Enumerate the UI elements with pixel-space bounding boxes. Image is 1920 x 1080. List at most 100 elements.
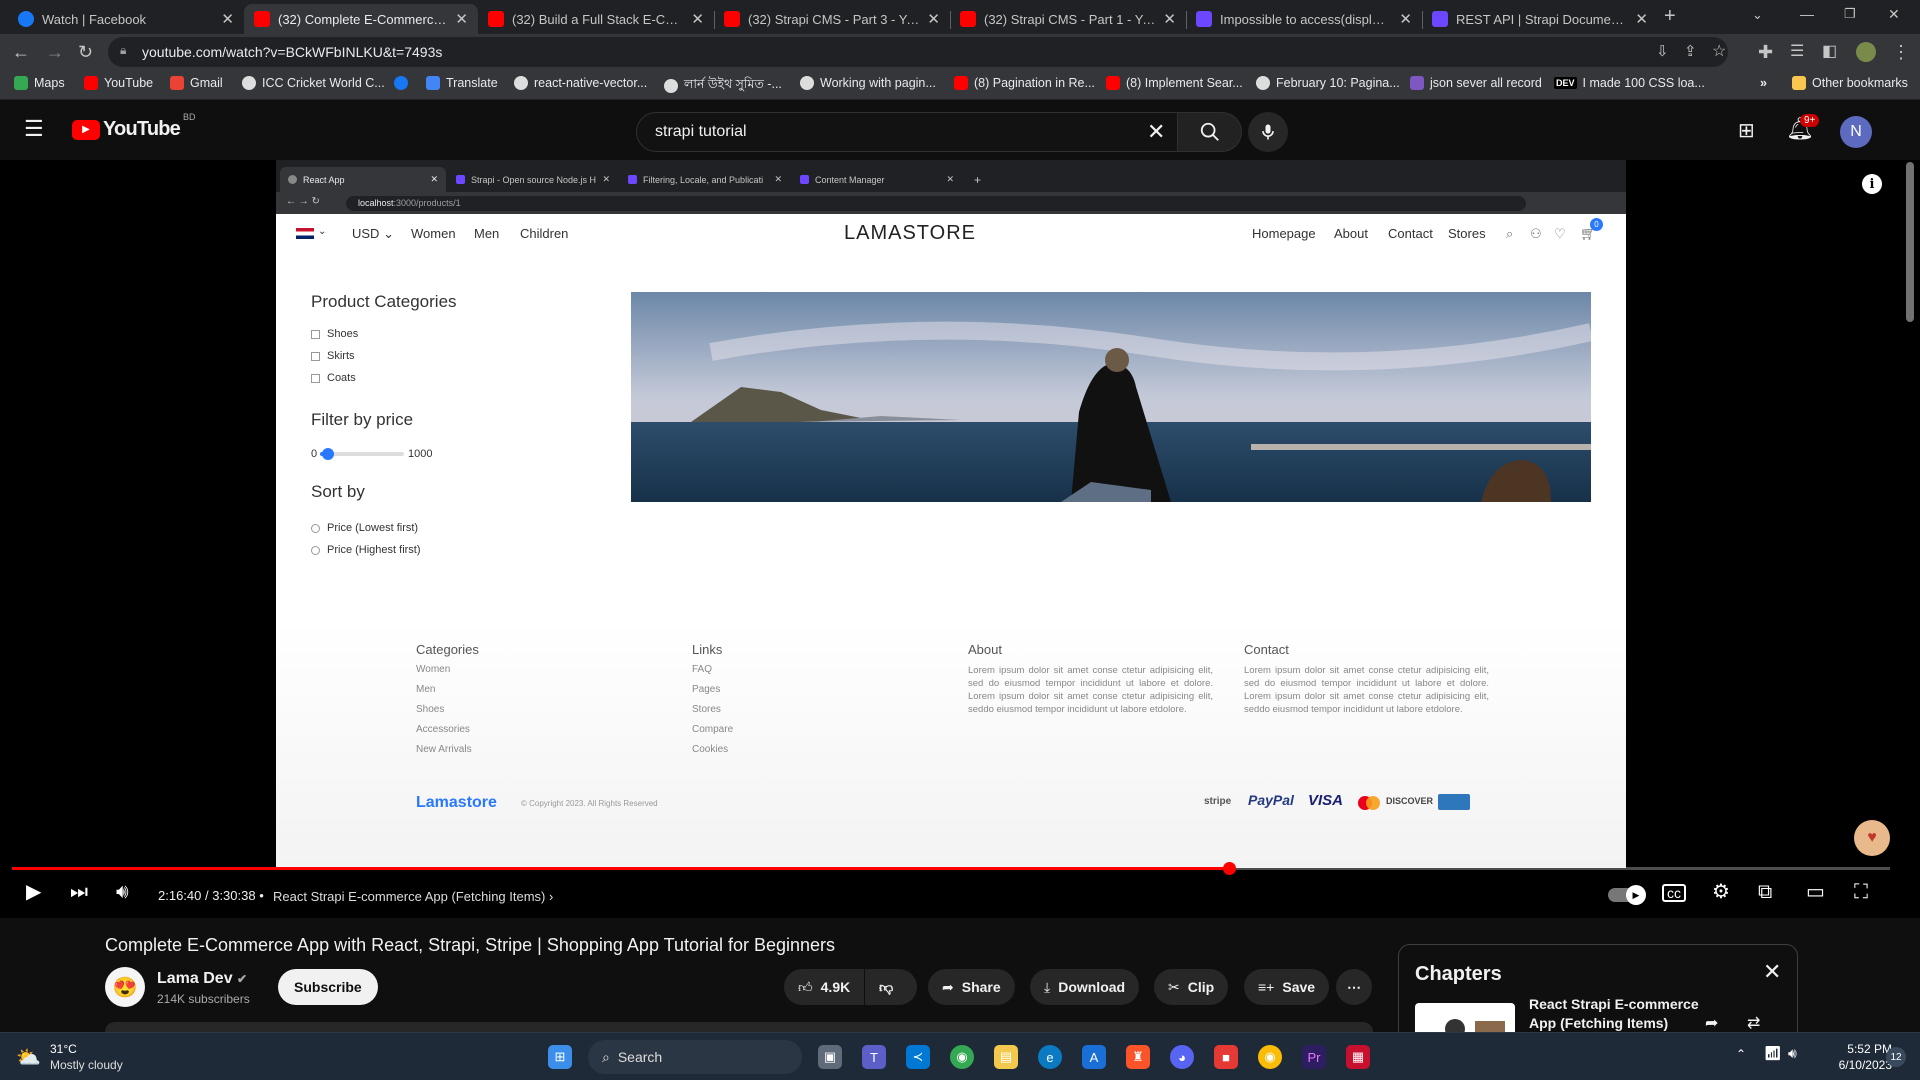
share-icon[interactable]: ⇪ bbox=[1684, 42, 1697, 60]
video-player[interactable]: React App ✕ Strapi - Open source Node.js … bbox=[0, 160, 1920, 918]
subscribe-button[interactable]: Subscribe bbox=[278, 969, 378, 1005]
channel-avatar[interactable]: 😍 bbox=[105, 967, 145, 1007]
discord-icon[interactable]: ◕ bbox=[1170, 1045, 1194, 1069]
bookmark[interactable]: DEV I made 100 CSS loa... bbox=[1554, 76, 1705, 90]
brave-icon[interactable]: ♜ bbox=[1126, 1045, 1150, 1069]
reading-list-icon[interactable]: ☰ bbox=[1790, 42, 1804, 62]
settings-gear-icon[interactable]: ⚙ bbox=[1712, 882, 1730, 902]
channel-watermark[interactable]: ♥ bbox=[1854, 820, 1890, 856]
search-button[interactable] bbox=[1178, 112, 1242, 152]
bookmark-star-icon[interactable]: ☆ bbox=[1712, 41, 1726, 61]
browser-tab[interactable]: REST API | Strapi Documentatior ✕ bbox=[1422, 4, 1658, 34]
close-window-icon[interactable]: ✕ bbox=[1888, 4, 1900, 24]
create-video-icon[interactable]: ⊞ bbox=[1738, 118, 1755, 143]
bookmark[interactable]: (8) Implement Sear... bbox=[1106, 76, 1243, 90]
more-bookmarks-icon[interactable]: » bbox=[1760, 76, 1767, 90]
bookmark[interactable]: (8) Pagination in Re... bbox=[954, 76, 1095, 90]
description-box[interactable] bbox=[105, 1022, 1373, 1032]
close-tab-icon[interactable]: ✕ bbox=[1399, 10, 1412, 28]
user-avatar[interactable]: N bbox=[1840, 116, 1872, 148]
info-icon[interactable]: i bbox=[1862, 174, 1882, 194]
browser-tab[interactable]: (32) Strapi CMS - Part 3 - YouTul ✕ bbox=[714, 4, 950, 34]
bookmark[interactable]: Translate bbox=[426, 76, 498, 90]
miniplayer-icon[interactable]: ⧉ bbox=[1758, 882, 1772, 902]
extensions-icon[interactable]: ✚ bbox=[1758, 42, 1773, 62]
play-icon[interactable]: ▶ bbox=[26, 882, 41, 902]
taskbar-search[interactable]: ⌕ Search bbox=[588, 1040, 802, 1074]
notification-center-badge[interactable]: 12 bbox=[1886, 1047, 1906, 1067]
voice-search-button[interactable] bbox=[1248, 112, 1288, 152]
browser-tab-active[interactable]: (32) Complete E-Commerce App ✕ bbox=[244, 4, 478, 34]
bookmark[interactable]: February 10: Pagina... bbox=[1256, 76, 1400, 90]
chrome-profile-icon[interactable]: ◉ bbox=[1258, 1045, 1282, 1069]
task-view-icon[interactable]: ▣ bbox=[818, 1045, 842, 1069]
next-video-icon[interactable]: ⏭︎ bbox=[70, 882, 88, 902]
premiere-icon[interactable]: Pr bbox=[1302, 1045, 1326, 1069]
video-progress-bar[interactable] bbox=[12, 862, 1890, 875]
app-store-icon[interactable]: A bbox=[1082, 1045, 1106, 1069]
theater-mode-icon[interactable]: ▭ bbox=[1806, 882, 1825, 902]
bookmark[interactable]: Working with pagin... bbox=[800, 76, 936, 90]
restore-icon[interactable]: ❐ bbox=[1844, 4, 1856, 24]
volume-icon[interactable]: 🔊︎ bbox=[116, 882, 129, 902]
browser-tab[interactable]: (32) Strapi CMS - Part 1 - YouTu ✕ bbox=[950, 4, 1186, 34]
bookmark[interactable]: Maps bbox=[14, 76, 65, 90]
speaker-icon[interactable]: 🔊︎ bbox=[1788, 1045, 1797, 1062]
clock-date[interactable]: 6/10/2023 bbox=[1822, 1058, 1892, 1072]
close-tab-icon[interactable]: ✕ bbox=[1635, 10, 1648, 28]
close-tab-icon[interactable]: ✕ bbox=[455, 10, 468, 28]
hamburger-menu-icon[interactable]: ☰ bbox=[24, 118, 44, 140]
vscode-icon[interactable]: ≺ bbox=[906, 1045, 930, 1069]
edge-icon[interactable]: e bbox=[1038, 1045, 1062, 1069]
autoplay-toggle[interactable]: ▶ bbox=[1608, 885, 1646, 905]
fullscreen-icon[interactable]: ⛶ bbox=[1854, 882, 1868, 902]
bookmark[interactable]: ICC Cricket World C... bbox=[242, 76, 385, 90]
recorder-icon[interactable]: ■ bbox=[1214, 1045, 1238, 1069]
page-scrollbar[interactable] bbox=[1906, 162, 1914, 322]
minimize-icon[interactable]: — bbox=[1800, 4, 1814, 24]
bookmark[interactable]: json sever all record bbox=[1410, 76, 1542, 90]
file-explorer-icon[interactable]: ▤ bbox=[994, 1045, 1018, 1069]
browser-tab[interactable]: (32) Build a Full Stack E-Comme ✕ bbox=[478, 4, 714, 34]
youtube-logo[interactable]: ▶ YouTube BD bbox=[72, 112, 196, 141]
bookmark[interactable]: YouTube bbox=[84, 76, 153, 90]
reload-icon[interactable]: ↻ bbox=[78, 42, 93, 62]
clock-time[interactable]: 5:52 PM bbox=[1822, 1042, 1892, 1056]
close-tab-icon[interactable]: ✕ bbox=[927, 10, 940, 28]
bookmark[interactable]: লার্ন উইথ সুমিত -... bbox=[664, 76, 782, 96]
tab-search-icon[interactable]: ⌄ bbox=[1752, 5, 1763, 25]
browser-tab[interactable]: Impossible to access(display) th ✕ bbox=[1186, 4, 1422, 34]
search-input[interactable]: strapi tutorial ✕ bbox=[636, 112, 1178, 152]
other-bookmarks[interactable]: Other bookmarks bbox=[1792, 76, 1908, 90]
browser-tab[interactable]: Watch | Facebook ✕ bbox=[8, 4, 244, 34]
chrome-icon[interactable]: ◉ bbox=[950, 1045, 974, 1069]
repeat-icon[interactable]: ⇄ bbox=[1747, 1013, 1760, 1033]
channel-name[interactable]: Lama Dev ✔ bbox=[157, 970, 247, 988]
share-button[interactable]: ➦ Share bbox=[928, 969, 1015, 1005]
teams-icon[interactable]: T bbox=[862, 1045, 886, 1069]
clear-search-icon[interactable]: ✕ bbox=[1147, 119, 1165, 145]
share-icon[interactable]: ➦ bbox=[1705, 1013, 1718, 1033]
tray-overflow-icon[interactable]: ⌃ bbox=[1736, 1047, 1746, 1061]
new-tab-icon[interactable]: + bbox=[1664, 6, 1676, 26]
back-icon[interactable]: ← bbox=[12, 42, 30, 62]
menu-icon[interactable]: ⋮ bbox=[1892, 42, 1910, 62]
windows-start-icon[interactable]: ⊞ bbox=[548, 1045, 572, 1069]
save-button[interactable]: ≡+ Save bbox=[1244, 969, 1330, 1005]
bookmark[interactable]: Gmail bbox=[170, 76, 223, 90]
chapter-item-title[interactable]: React Strapi E-commerce App (Fetching It… bbox=[1529, 995, 1699, 1033]
progress-scrubber[interactable] bbox=[1222, 862, 1236, 875]
wifi-icon[interactable]: 📶︎ bbox=[1764, 1045, 1782, 1062]
forward-icon[interactable]: → bbox=[46, 42, 64, 62]
more-actions-icon[interactable]: ⋯ bbox=[1336, 969, 1372, 1005]
address-bar[interactable]: 🔒︎ youtube.com/watch?v=BCkWFbINLKU&t=749… bbox=[108, 37, 1728, 67]
bookmark[interactable] bbox=[394, 76, 414, 90]
active-app-icon[interactable]: ▦ bbox=[1346, 1045, 1370, 1069]
bookmark[interactable]: react-native-vector... bbox=[514, 76, 647, 90]
download-button[interactable]: ⤓ Download bbox=[1030, 969, 1140, 1005]
close-tab-icon[interactable]: ✕ bbox=[691, 10, 704, 28]
close-tab-icon[interactable]: ✕ bbox=[1163, 10, 1176, 28]
close-tab-icon[interactable]: ✕ bbox=[221, 10, 234, 28]
like-button[interactable]: 👍︎ 4.9K bbox=[784, 969, 864, 1005]
current-chapter-button[interactable]: React Strapi E-commerce App (Fetching It… bbox=[273, 889, 553, 904]
